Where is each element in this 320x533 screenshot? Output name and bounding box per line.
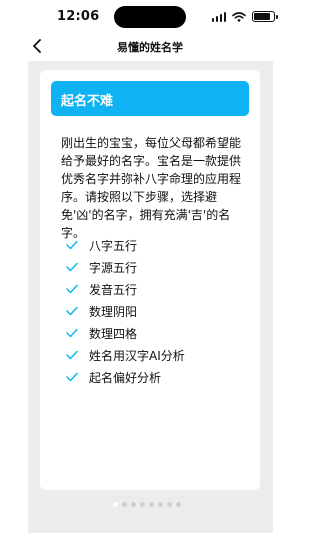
checkmark-icon — [66, 239, 78, 251]
feature-list-item: 数理阴阳 — [66, 300, 246, 322]
feature-list-item: 字源五行 — [66, 256, 246, 278]
feature-label: 发音五行 — [89, 282, 138, 297]
page-dot[interactable] — [149, 502, 154, 507]
feature-list-item: 姓名用汉字AI分析 — [66, 344, 246, 366]
status-bar: 12:06 — [0, 0, 300, 33]
page-dot-active[interactable] — [113, 502, 118, 507]
feature-list-item: 发音五行 — [66, 278, 246, 300]
status-icons — [212, 11, 278, 22]
checkmark-icon — [66, 349, 78, 361]
feature-label: 起名偏好分析 — [89, 370, 162, 385]
battery-level — [254, 13, 271, 20]
feature-list-item: 数理四格 — [66, 322, 246, 344]
page-dot[interactable] — [158, 502, 163, 507]
feature-list-item: 八字五行 — [66, 234, 246, 256]
page-dot[interactable] — [131, 502, 136, 507]
feature-label: 姓名用汉字AI分析 — [89, 348, 185, 363]
cellular-signal-icon — [212, 11, 226, 22]
page-dot[interactable] — [167, 502, 172, 507]
status-time: 12:06 — [57, 9, 100, 24]
checkmark-icon — [66, 261, 78, 273]
checkmark-icon — [66, 305, 78, 317]
checkmark-icon — [66, 371, 78, 383]
feature-label: 数理四格 — [89, 326, 138, 341]
banner: 起名不难 — [51, 81, 249, 116]
battery-icon — [252, 11, 278, 22]
page-dot[interactable] — [176, 502, 181, 507]
feature-label: 字源五行 — [89, 260, 138, 275]
page-dot[interactable] — [122, 502, 127, 507]
feature-list: 八字五行字源五行发音五行数理阴阳数理四格姓名用汉字AI分析 起名偏好分析 — [66, 234, 246, 388]
wifi-icon — [232, 11, 246, 22]
checkmark-icon — [66, 283, 78, 295]
feature-label: 八字五行 — [89, 238, 138, 253]
intro-text: 刚出生的宝宝，每位父母都希望能给予最好的名字。宝名是一款提供优秀名字并弥补八字命… — [61, 136, 242, 240]
checkmark-icon — [66, 327, 78, 339]
page-dot[interactable] — [140, 502, 145, 507]
banner-title: 起名不难 — [61, 94, 114, 109]
dynamic-island — [114, 6, 186, 28]
page-title: 易懂的姓名学 — [117, 41, 183, 54]
feature-label: 数理阴阳 — [89, 304, 138, 319]
page-indicator[interactable] — [113, 502, 181, 507]
navigation-bar: 易懂的姓名学 — [0, 33, 300, 61]
feature-list-item: 起名偏好分析 — [66, 366, 246, 388]
